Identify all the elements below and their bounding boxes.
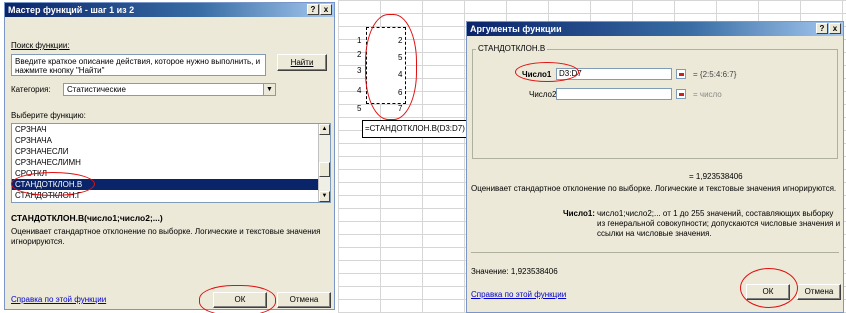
list-item[interactable]: СРЗНАЧА <box>12 135 330 146</box>
help-button[interactable]: ? <box>307 4 319 15</box>
arg2-result: = число <box>693 90 722 99</box>
row-number: 3 <box>357 66 362 75</box>
formula-result: = 1,923538406 <box>689 172 743 181</box>
scroll-up-icon[interactable]: ▲ <box>319 124 330 135</box>
find-button-label: Найти <box>290 58 314 67</box>
search-input[interactable]: Введите краткое описание действия, котор… <box>11 54 266 76</box>
scrollbar[interactable]: ▲ ▼ <box>318 124 330 202</box>
close-button[interactable]: x <box>829 23 841 34</box>
dialog-titlebar[interactable]: Аргументы функции ? x <box>467 22 843 36</box>
dialog-title: Мастер функций - шаг 1 из 2 <box>8 5 135 15</box>
arg-help-label: Число1: <box>563 209 595 218</box>
annotation-circle <box>365 14 417 120</box>
cancel-button[interactable]: Отмена <box>797 284 841 300</box>
annotation-circle <box>199 285 276 313</box>
search-label: Поиск функции: <box>11 41 70 50</box>
arg-help-text: число1;число2;... от 1 до 255 значений, … <box>597 209 841 238</box>
list-item[interactable]: СРЗНАЧЕСЛИ <box>12 146 330 157</box>
cancel-button[interactable]: Отмена <box>277 292 331 308</box>
scroll-thumb[interactable] <box>319 162 330 177</box>
annotation-circle <box>740 268 798 308</box>
find-button[interactable]: Найти <box>277 54 327 71</box>
help-link[interactable]: Справка по этой функции <box>11 295 106 304</box>
function-wizard-dialog: Мастер функций - шаг 1 из 2 ? x Поиск фу… <box>4 2 335 310</box>
close-button[interactable]: x <box>320 4 332 15</box>
row-number: 4 <box>357 86 362 95</box>
arg2-label: Число2 <box>529 90 557 99</box>
list-item[interactable]: СРЗНАЧ <box>12 124 330 135</box>
range-select-icon[interactable] <box>676 69 686 79</box>
annotation-circle <box>11 172 95 196</box>
function-signature: СТАНДОТКЛОН.В(число1;число2;...) <box>11 213 163 223</box>
help-link[interactable]: Справка по этой функции <box>471 290 566 299</box>
group-title: СТАНДОТКЛОН.В <box>476 44 548 53</box>
dialog-titlebar[interactable]: Мастер функций - шаг 1 из 2 ? x <box>5 3 334 17</box>
annotation-circle <box>515 62 579 82</box>
function-description: Оценивает стандартное отклонение по выбо… <box>471 184 837 193</box>
select-function-label: Выберите функцию: <box>11 111 86 120</box>
scroll-down-icon[interactable]: ▼ <box>319 191 330 202</box>
arg2-input[interactable] <box>556 88 672 100</box>
category-value: Статистические <box>67 85 126 94</box>
chevron-down-icon[interactable]: ▼ <box>263 84 275 95</box>
category-select[interactable]: Статистические ▼ <box>63 83 276 96</box>
list-item[interactable]: СРЗНАЧЕСЛИМН <box>12 157 330 168</box>
category-label: Категория: <box>11 85 51 94</box>
help-button[interactable]: ? <box>816 23 828 34</box>
dialog-title: Аргументы функции <box>470 24 562 34</box>
formula-cell[interactable]: =СТАНДОТКЛОН.В(D3:D7) <box>362 120 474 138</box>
function-description: Оценивает стандартное отклонение по выбо… <box>11 227 321 246</box>
arg1-result: = {2:5:4:6:7} <box>693 70 737 79</box>
separator <box>471 252 839 253</box>
row-number: 5 <box>357 104 362 113</box>
value-line: Значение: 1,923538406 <box>471 267 558 276</box>
range-select-icon[interactable] <box>676 89 686 99</box>
row-number: 1 <box>357 36 362 45</box>
row-number: 2 <box>357 50 362 59</box>
